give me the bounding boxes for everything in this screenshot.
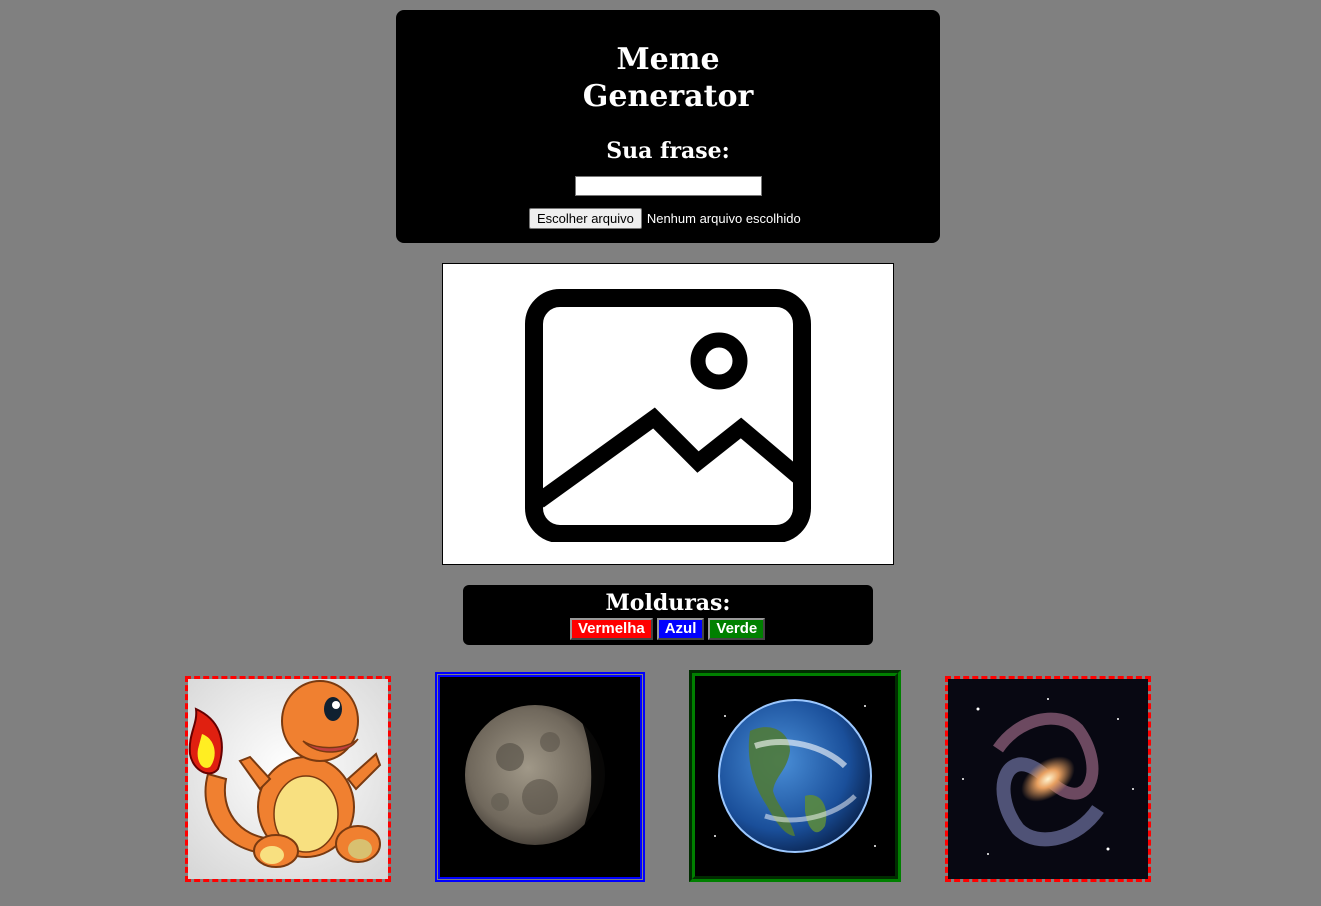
- meme-image-container: [442, 263, 894, 565]
- meme-generator-page: Meme Generator Sua frase: Escolher arqui…: [0, 0, 1321, 906]
- frames-label: Molduras:: [605, 590, 731, 616]
- red-frame-button[interactable]: Vermelha: [570, 618, 653, 640]
- phrase-label: Sua frase:: [606, 138, 730, 164]
- thumbnail-moon[interactable]: [435, 672, 645, 882]
- phrase-input[interactable]: [575, 176, 762, 196]
- green-frame-button[interactable]: Verde: [708, 618, 766, 640]
- title-line-2: Generator: [582, 79, 754, 114]
- frame-buttons: Vermelha Azul Verde: [570, 618, 769, 640]
- page-title: Meme Generator: [568, 41, 768, 115]
- choose-file-button[interactable]: Escolher arquivo: [529, 207, 642, 229]
- header-panel: Meme Generator Sua frase: Escolher arqui…: [396, 10, 940, 243]
- earth-image: [695, 676, 895, 876]
- charmander-image: [188, 679, 388, 879]
- galaxy-image: [948, 679, 1148, 879]
- file-input[interactable]: Escolher arquivo Nenhum arquivo escolhid…: [529, 207, 801, 229]
- thumbnail-earth[interactable]: [689, 670, 901, 882]
- frames-panel: Molduras: Vermelha Azul Verde: [463, 585, 873, 645]
- image-placeholder-icon: [525, 289, 811, 542]
- thumbnail-charmander[interactable]: [185, 676, 391, 882]
- title-line-1: Meme: [616, 42, 720, 77]
- blue-frame-button[interactable]: Azul: [656, 618, 705, 640]
- file-status: Nenhum arquivo escolhido: [646, 210, 801, 226]
- moon-image: [440, 677, 640, 877]
- thumbnail-galaxy[interactable]: [945, 676, 1151, 882]
